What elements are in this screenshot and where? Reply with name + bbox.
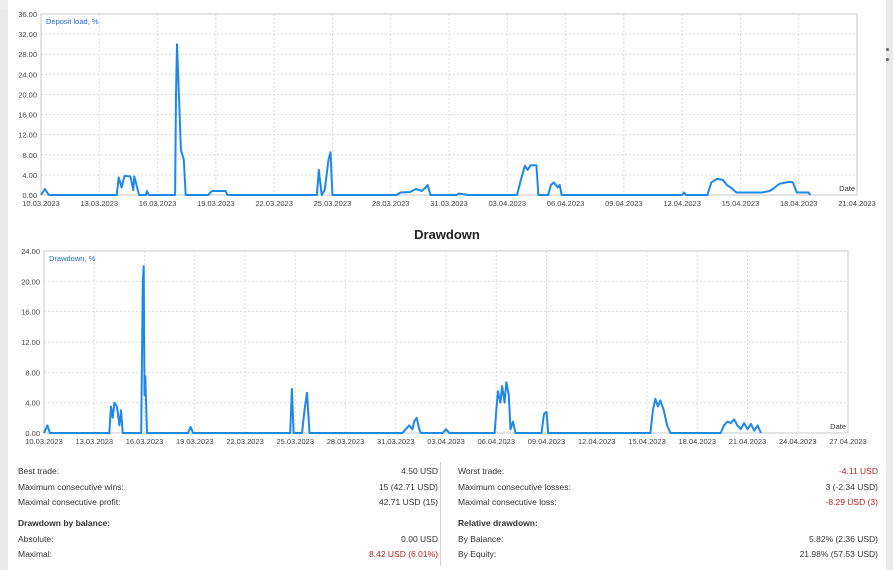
scroll-dot: [886, 48, 889, 51]
deposit-load-y-tick-label: 36.00: [18, 10, 37, 19]
deposit-load-y-tick-label: 24.00: [18, 70, 37, 79]
deposit-load-x-tick-label: 03.04.2023: [489, 199, 527, 208]
drawdown-x-tick-label: 18.04.2023: [678, 437, 716, 446]
deposit-load-x-tick-label: 12.04.2023: [663, 199, 701, 208]
stat-label: By Equity:: [458, 549, 497, 559]
stat-row: Maximal: 8.42 USD (6.01%): [18, 547, 438, 561]
deposit-load-x-tick-label: 25.03.2023: [314, 199, 352, 208]
drawdown-x-tick-label: 12.04.2023: [578, 437, 616, 446]
deposit-load-x-tick-label: 22.03.2023: [255, 199, 293, 208]
drawdown-x-tick-label: 03.04.2023: [427, 437, 465, 446]
drawdown-x-tick-label: 13.03.2023: [75, 437, 113, 446]
stat-label: Maximal:: [18, 549, 53, 559]
drawdown-x-tick-label: 10.03.2023: [25, 437, 63, 446]
stat-label: Worst trade:: [458, 466, 505, 476]
drawdown-x-tick-label: 22.03.2023: [226, 437, 264, 446]
stat-label: By Balance:: [458, 534, 504, 544]
stat-row: Worst trade: -4.11 USD: [458, 464, 878, 478]
drawdown-x-tick-label: 19.03.2023: [176, 437, 214, 446]
drawdown-y-tick-label: 24.00: [21, 247, 40, 256]
drawdown-y-tick-label: 4.00: [25, 399, 40, 408]
stat-row: By Equity: 21.98% (57.53 USD): [458, 547, 878, 561]
stat-label: Best trade:: [18, 466, 60, 476]
stat-row: Best trade: 4.50 USD: [18, 464, 438, 478]
stat-label: Maximal consecutive profit:: [18, 497, 121, 507]
stat-value: 3 (-2.34 USD): [825, 482, 878, 492]
deposit-load-x-tick-label: 16.03.2023: [139, 199, 177, 208]
deposit-load-x-tick-label: 31.03.2023: [430, 199, 468, 208]
stat-value: 21.98% (57.53 USD): [799, 549, 878, 559]
deposit-load-y-tick-label: 12.00: [18, 131, 37, 140]
stat-value: 0.00 USD: [401, 534, 438, 544]
stat-value: 15 (42.71 USD): [378, 482, 438, 492]
deposit-load-x-tick-label: 06.04.2023: [547, 199, 585, 208]
deposit-load-x-tick-label: 15.04.2023: [722, 199, 760, 208]
deposit-load-y-tick-label: 4.00: [22, 171, 37, 180]
deposit-load-x-tick-label: 13.03.2023: [81, 199, 119, 208]
drawdown-x-tick-label: 27.04.2023: [829, 437, 867, 446]
stat-value: 8.42 USD (6.01%): [369, 549, 438, 559]
stat-heading: Relative drawdown:: [458, 518, 538, 528]
scroll-dot: [886, 58, 889, 61]
drawdown-y-tick-label: 12.00: [21, 338, 40, 347]
deposit-load-x-tick-label: 28.03.2023: [372, 199, 410, 208]
stat-label: Absolute:: [18, 534, 54, 544]
window-edge: [886, 0, 893, 570]
stat-label: Maximum consecutive wins:: [18, 482, 124, 492]
deposit-load-x-tick-label: 19.03.2023: [197, 199, 235, 208]
drawdown-title: Drawdown, %: [49, 254, 96, 263]
drawdown-x-tick-label: 24.04.2023: [779, 437, 817, 446]
drawdown-chart: 0.004.008.0012.0016.0020.0024.0010.03.20…: [21, 247, 867, 446]
drawdown-x-tick-label: 21.04.2023: [729, 437, 767, 446]
drawdown-x-tick-label: 28.03.2023: [327, 437, 365, 446]
deposit-load-y-tick-label: 32.00: [18, 30, 37, 39]
drawdown-y-tick-label: 8.00: [25, 368, 40, 377]
deposit-load-x-tick-label: 21.04.2023: [838, 199, 876, 208]
drawdown-x-tick-label: 25.03.2023: [276, 437, 314, 446]
stat-row: Maximal consecutive profit: 42.71 USD (15…: [18, 495, 438, 509]
stat-value: 4.50 USD: [401, 466, 438, 476]
drawdown-y-tick-label: 16.00: [21, 308, 40, 317]
drawdown-x-tick-label: 16.03.2023: [126, 437, 164, 446]
deposit-load-y-tick-label: 8.00: [22, 151, 37, 160]
deposit-load-title: Deposit load, %: [46, 17, 99, 26]
deposit-load-x-tick-label: 10.03.2023: [22, 199, 60, 208]
deposit-load-y-tick-label: 28.00: [18, 50, 37, 59]
deposit-load-chart: 0.004.008.0012.0016.0020.0024.0028.0032.…: [18, 10, 876, 208]
stat-label: Maximum consecutive losses:: [458, 482, 571, 492]
drawdown-y-tick-label: 20.00: [21, 277, 40, 286]
stat-row: By Balance: 5.82% (2.36 USD): [458, 532, 878, 546]
stat-value: 5.82% (2.36 USD): [809, 534, 878, 544]
deposit-load-y-tick-label: 16.00: [18, 111, 37, 120]
deposit-load-x-tick-label: 09.04.2023: [605, 199, 643, 208]
stat-value: -8.29 USD (3): [825, 497, 878, 507]
stat-value: 42.71 USD (15): [378, 497, 438, 507]
drawdown-x-axis-label: Date: [830, 422, 846, 431]
deposit-load-x-axis-label: Date: [839, 184, 855, 193]
deposit-load-y-tick-label: 20.00: [18, 90, 37, 99]
stat-row: Absolute: 0.00 USD: [18, 532, 438, 546]
stat-row: Maximum consecutive wins: 15 (42.71 USD): [18, 480, 438, 494]
drawdown-x-tick-label: 06.04.2023: [477, 437, 515, 446]
stat-label: Maximal consecutive loss:: [458, 497, 557, 507]
stat-value: -4.11 USD: [838, 466, 878, 476]
stat-row: Maximum consecutive losses: 3 (-2.34 USD): [458, 480, 878, 494]
drawdown-x-tick-label: 09.04.2023: [528, 437, 566, 446]
stat-row: Maximal consecutive loss: -8.29 USD (3): [458, 495, 878, 509]
stat-heading: Drawdown by balance:: [18, 518, 111, 528]
deposit-load-x-tick-label: 18.04.2023: [780, 199, 818, 208]
drawdown-x-tick-label: 31.03.2023: [377, 437, 415, 446]
column-divider: [440, 462, 441, 566]
drawdown-x-tick-label: 15.04.2023: [628, 437, 666, 446]
